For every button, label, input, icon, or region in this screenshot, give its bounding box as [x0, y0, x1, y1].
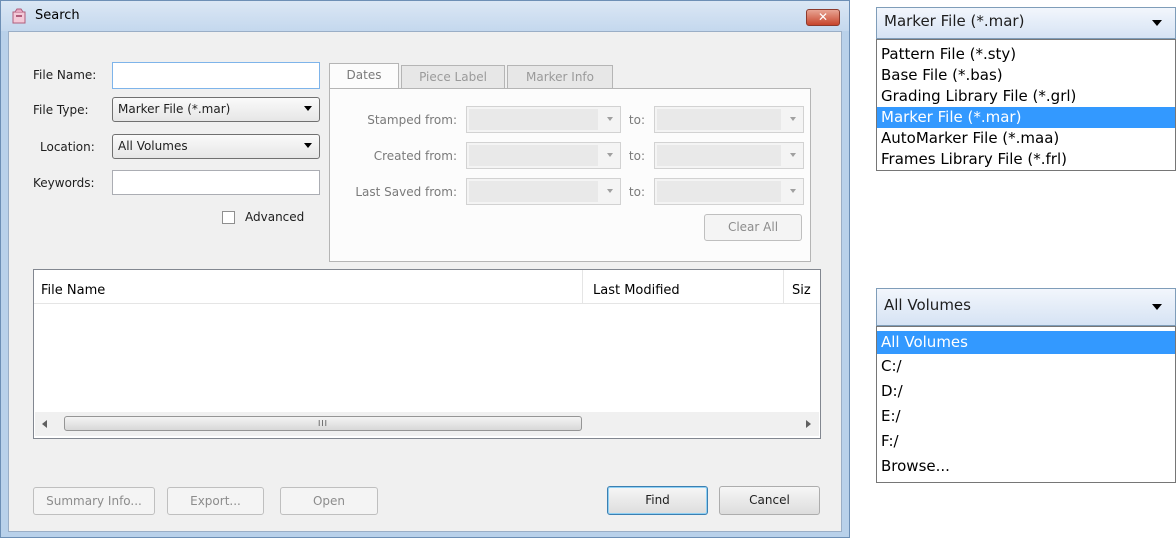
location-option[interactable]: Browse... [877, 454, 1175, 479]
results-table: File Name Last Modified Siz III [33, 269, 821, 439]
last-saved-to-select[interactable] [654, 178, 804, 205]
created-from-label: Created from: [373, 149, 457, 163]
last-saved-from-select[interactable] [466, 178, 621, 205]
chevron-down-icon [304, 106, 312, 111]
column-header-last-modified[interactable]: Last Modified [593, 283, 680, 298]
chevron-down-icon [790, 189, 796, 193]
column-header-size[interactable]: Siz [792, 283, 820, 298]
created-to-label: to: [628, 149, 645, 163]
file-type-dropdown[interactable]: Marker File (*.mar) [876, 7, 1176, 39]
last-saved-from-label: Last Saved from: [355, 185, 457, 199]
keywords-label: Keywords: [33, 176, 95, 190]
horizontal-scrollbar[interactable]: III [35, 412, 819, 436]
file-type-dropdown-list: Pattern File (*.sty) Base File (*.bas) G… [876, 39, 1176, 171]
file-type-value: Marker File (*.mar) [118, 102, 231, 116]
chevron-down-icon [607, 117, 613, 121]
location-option[interactable]: E:/ [877, 404, 1175, 429]
column-divider[interactable] [582, 270, 583, 303]
file-type-option[interactable]: AutoMarker File (*.maa) [877, 128, 1175, 149]
file-type-option-selected[interactable]: Marker File (*.mar) [877, 107, 1175, 128]
title-bar[interactable]: Search ✕ [1, 1, 849, 31]
location-option-selected[interactable]: All Volumes [877, 331, 1175, 354]
chevron-down-icon [1152, 20, 1162, 26]
file-type-option[interactable]: Pattern File (*.sty) [877, 44, 1175, 65]
scrollbar-thumb[interactable]: III [64, 416, 582, 431]
column-divider[interactable] [783, 270, 784, 303]
location-value: All Volumes [118, 139, 188, 153]
location-label: Location: [40, 140, 95, 154]
file-name-label: File Name: [33, 68, 97, 82]
clear-all-button[interactable]: Clear All [704, 214, 802, 241]
scroll-grip: III [317, 419, 329, 428]
close-button[interactable]: ✕ [806, 9, 840, 26]
column-header-file-name[interactable]: File Name [41, 283, 105, 298]
find-button[interactable]: Find [607, 486, 708, 515]
location-option[interactable]: F:/ [877, 429, 1175, 454]
file-type-option[interactable]: Frames Library File (*.frl) [877, 149, 1175, 170]
tab-piece-label[interactable]: Piece Label [401, 65, 505, 89]
scroll-left-icon[interactable] [42, 420, 48, 428]
location-select[interactable]: All Volumes [112, 134, 320, 159]
export-button[interactable]: Export... [167, 487, 264, 515]
tab-marker-info[interactable]: Marker Info [507, 65, 613, 89]
created-from-select[interactable] [466, 142, 621, 169]
close-icon: ✕ [817, 10, 829, 24]
chevron-down-icon [304, 143, 312, 148]
stamped-to-select[interactable] [654, 106, 804, 133]
stamped-from-label: Stamped from: [367, 113, 457, 127]
summary-info-button[interactable]: Summary Info... [33, 487, 155, 515]
file-type-option[interactable]: Base File (*.bas) [877, 65, 1175, 86]
chevron-down-icon [790, 153, 796, 157]
file-type-label: File Type: [33, 103, 89, 117]
last-saved-to-label: to: [628, 185, 645, 199]
scroll-right-icon[interactable] [806, 420, 812, 428]
chevron-down-icon [1152, 304, 1162, 310]
chevron-down-icon [607, 153, 613, 157]
chevron-down-icon [790, 117, 796, 121]
location-option[interactable]: D:/ [877, 379, 1175, 404]
dialog-title: Search [35, 8, 80, 23]
advanced-checkbox[interactable] [222, 211, 235, 224]
file-name-input[interactable] [112, 62, 320, 89]
created-to-select[interactable] [654, 142, 804, 169]
file-type-option[interactable]: Grading Library File (*.grl) [877, 86, 1175, 107]
location-dropdown-value: All Volumes [884, 296, 971, 314]
stamped-from-select[interactable] [466, 106, 621, 133]
cancel-button[interactable]: Cancel [719, 486, 820, 515]
advanced-label: Advanced [245, 210, 305, 224]
app-icon [11, 8, 27, 24]
file-type-select[interactable]: Marker File (*.mar) [112, 97, 320, 122]
location-dropdown-list: All Volumes C:/ D:/ E:/ F:/ Browse... [876, 326, 1176, 483]
file-type-dropdown-value: Marker File (*.mar) [884, 12, 1025, 30]
keywords-input[interactable] [112, 170, 320, 195]
location-option[interactable]: C:/ [877, 354, 1175, 379]
open-button[interactable]: Open [280, 487, 378, 515]
header-divider [34, 303, 820, 304]
tab-dates[interactable]: Dates [329, 63, 399, 89]
chevron-down-icon [607, 189, 613, 193]
stamped-to-label: to: [628, 113, 645, 127]
location-dropdown[interactable]: All Volumes [876, 288, 1176, 326]
